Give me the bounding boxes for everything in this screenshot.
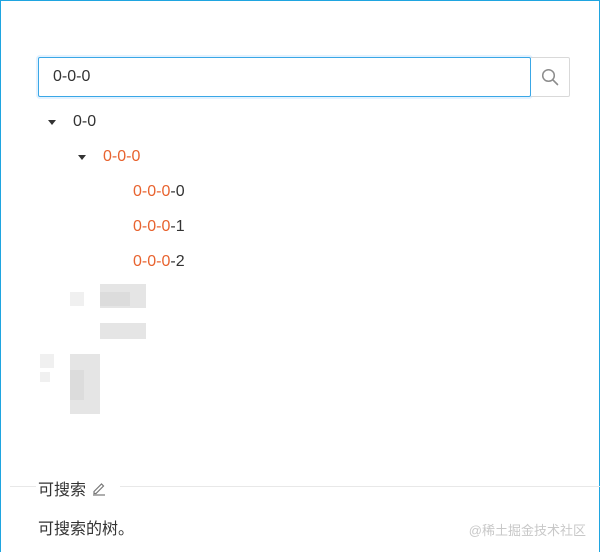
edit-icon[interactable] <box>91 480 107 496</box>
tree-leaf[interactable]: 0-0-0 -0 <box>133 180 185 204</box>
section-title: 可搜索 <box>38 476 114 500</box>
tree-leaf[interactable]: 0-0-0 -1 <box>133 215 185 239</box>
watermark: @稀土掘金技术社区 <box>468 523 586 538</box>
caret-down-icon[interactable] <box>78 145 94 169</box>
caret-down-icon[interactable] <box>48 110 64 134</box>
tree-node-label[interactable]: 0-0-0 <box>103 148 140 166</box>
search-button[interactable] <box>531 57 570 97</box>
tree-node-label[interactable]: 0-0 <box>73 113 96 131</box>
divider <box>10 486 36 487</box>
tree-node-child[interactable]: 0-0-0 <box>78 145 140 169</box>
tree-leaf[interactable]: 0-0-0 -2 <box>133 250 185 274</box>
section-description: 可搜索的树。 <box>38 521 135 538</box>
search-box <box>38 57 570 97</box>
tree-node-root[interactable]: 0-0 <box>48 110 96 134</box>
divider <box>120 486 600 487</box>
search-icon <box>541 68 559 86</box>
search-input[interactable] <box>38 57 531 97</box>
